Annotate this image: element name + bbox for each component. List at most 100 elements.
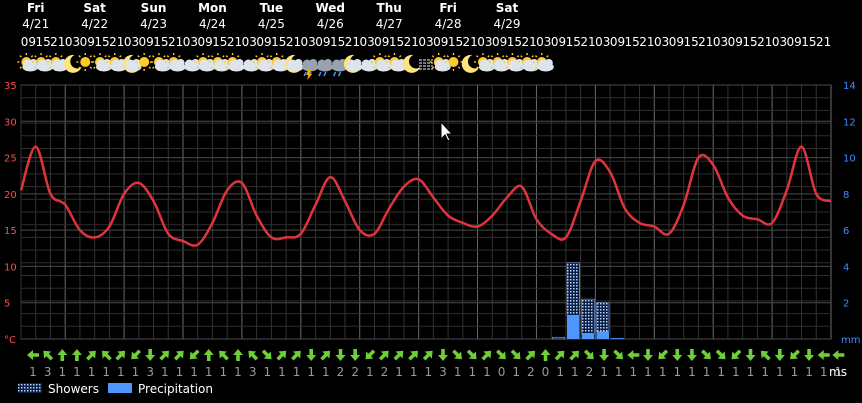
wind-speed: 1 <box>278 365 286 379</box>
wind-speed: 3 <box>146 365 154 379</box>
moon-icon <box>64 54 82 73</box>
right-tick: 2 <box>843 299 849 310</box>
wind-speed: 0 <box>498 365 506 379</box>
day-date[interactable]: 4/21 <box>22 17 49 31</box>
hour-label: 03 <box>772 35 787 49</box>
hour-label: 15 <box>448 35 463 49</box>
wind-arrow-icon <box>701 349 711 360</box>
day-date[interactable]: 4/25 <box>258 17 285 31</box>
precipitation-bar <box>581 333 595 339</box>
wind-speed: 3 <box>439 365 447 379</box>
hour-label: 21 <box>227 35 242 49</box>
hour-label: 21 <box>404 35 419 49</box>
day-name[interactable]: Fri <box>27 1 44 15</box>
left-tick: 30 <box>4 117 17 128</box>
left-tick: 25 <box>4 154 17 165</box>
day-name[interactable]: Mon <box>198 1 227 15</box>
wind-speed: 1 <box>234 365 242 379</box>
hour-label: 09 <box>728 35 743 49</box>
day-date[interactable]: 4/27 <box>376 17 403 31</box>
plot-grid <box>20 84 832 340</box>
wind-arrow-icon <box>233 349 243 361</box>
hour-label: 21 <box>109 35 124 49</box>
hour-label: 15 <box>507 35 522 49</box>
hour-label: 15 <box>389 35 404 49</box>
wind-arrow-icon <box>613 349 623 360</box>
moon-cloud-icon <box>123 54 142 73</box>
wind-arrow-icon <box>774 349 785 361</box>
hour-label: 09 <box>610 35 625 49</box>
wind-arrow-icon <box>790 349 800 360</box>
left-tick: 35 <box>4 81 17 92</box>
wind-arrow-icon <box>627 350 640 360</box>
wind-arrow-icon <box>291 350 301 361</box>
hour-label: 09 <box>551 35 566 49</box>
shower-icon <box>316 59 333 77</box>
hour-label: 09 <box>256 35 271 49</box>
day-date[interactable]: 4/26 <box>317 17 344 31</box>
moon-cloud-icon <box>285 54 304 73</box>
wind-arrow-icon <box>335 349 346 361</box>
temperature-axis: °C 5 10 15 20 25 30 35 <box>4 81 17 346</box>
precipitation-bar <box>567 315 580 339</box>
cloud-icon <box>243 59 260 72</box>
wind-arrow-icon <box>731 349 742 360</box>
hour-label: 21 <box>345 35 360 49</box>
day-name[interactable]: Sat <box>496 1 519 15</box>
wind-arrow-icon <box>686 349 697 361</box>
wind-row: 1311111131111113111112212111311101201121… <box>27 349 847 379</box>
wind-arrow-icon <box>393 350 404 361</box>
wind-arrow-icon <box>658 349 669 360</box>
hour-label: 03 <box>654 35 669 49</box>
wind-arrow-icon <box>408 350 418 361</box>
hour-label: 21 <box>168 35 183 49</box>
day-name[interactable]: Fri <box>439 1 456 15</box>
day-date[interactable]: 4/23 <box>140 17 167 31</box>
wind-arrow-icon <box>27 350 39 360</box>
legend-precipitation-swatch <box>108 383 132 393</box>
hour-label: 03 <box>242 35 257 49</box>
hour-label: 15 <box>271 35 286 49</box>
day-name[interactable]: Thu <box>377 1 402 15</box>
wind-arrow-icon <box>525 350 536 361</box>
hour-label: 09 <box>80 35 95 49</box>
day-name[interactable]: Tue <box>260 1 284 15</box>
hour-label: 15 <box>801 35 816 49</box>
wind-arrow-icon <box>320 350 331 361</box>
wind-speed: 1 <box>263 365 271 379</box>
wind-arrow-icon <box>745 349 756 361</box>
hour-label: 21 <box>286 35 301 49</box>
right-tick: 4 <box>843 262 849 273</box>
day-date[interactable]: 4/28 <box>435 17 462 31</box>
hour-label: 15 <box>153 35 168 49</box>
day-headers[interactable]: Fri 4/21 Sat 4/22 Sun 4/23 Mon 4/24 Tue 4/25 Wed 4/… <box>22 1 520 31</box>
day-date[interactable]: 4/29 <box>494 17 521 31</box>
precipitation-bar <box>611 338 624 339</box>
hour-label: 21 <box>580 35 595 49</box>
wind-arrow-icon <box>510 349 521 360</box>
day-date[interactable]: 4/24 <box>199 17 226 31</box>
day-date[interactable]: 4/22 <box>81 17 108 31</box>
wind-speed: 1 <box>366 365 374 379</box>
right-tick: 10 <box>843 154 856 165</box>
right-axis-unit: mm <box>841 335 860 346</box>
wind-speed: 1 <box>512 365 520 379</box>
wind-arrow-icon <box>452 349 462 360</box>
legend-precipitation-label: Precipitation <box>138 382 213 396</box>
hour-label: 15 <box>212 35 227 49</box>
wind-speed: 1 <box>571 365 579 379</box>
wind-speed: 1 <box>615 365 623 379</box>
day-name[interactable]: Wed <box>315 1 345 15</box>
wind-arrow-icon <box>57 349 68 361</box>
day-name[interactable]: Sun <box>141 1 167 15</box>
hour-label: 21 <box>50 35 65 49</box>
wind-speed: 1 <box>761 365 769 379</box>
hour-label: 03 <box>301 35 316 49</box>
day-name[interactable]: Sat <box>83 1 106 15</box>
hour-label: 15 <box>683 35 698 49</box>
wind-speed: 1 <box>322 365 330 379</box>
wind-arrow-icon <box>481 350 492 361</box>
hour-label: 15 <box>94 35 109 49</box>
wind-speed: 1 <box>454 365 462 379</box>
hour-label: 15 <box>625 35 640 49</box>
